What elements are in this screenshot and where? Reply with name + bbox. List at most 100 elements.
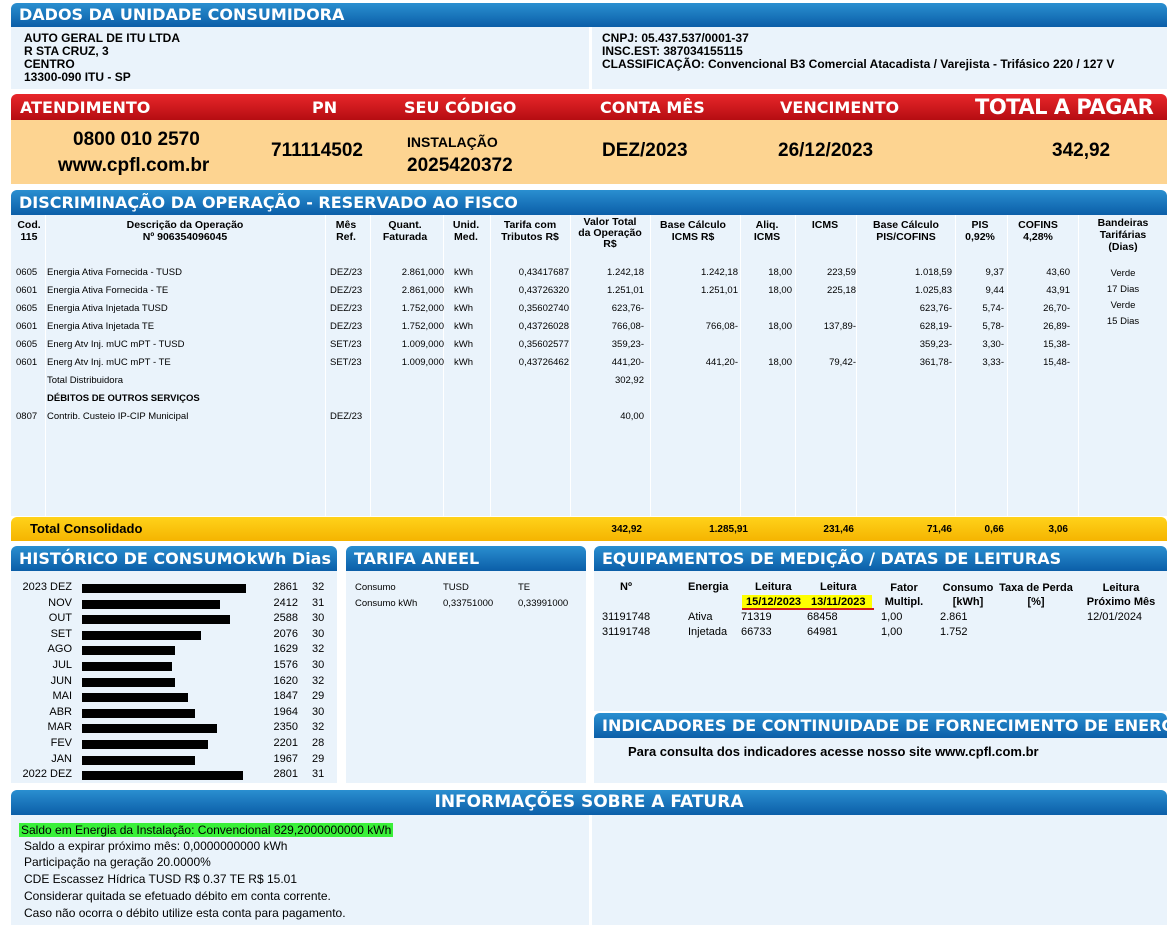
column-divider	[325, 215, 326, 516]
hist-mes: JUN	[50, 674, 72, 687]
hist-bar	[82, 630, 201, 640]
hist-bar	[82, 740, 209, 749]
row-base-pis-cofins: 628,19-	[919, 321, 952, 332]
h-seu-codigo: SEU CÓDIGO	[404, 98, 517, 117]
eq-h-taxa: Taxa de Perda [%]	[999, 582, 1073, 608]
site-link[interactable]: www.cpfl.com.br	[58, 155, 209, 177]
row-tarifa: 0,43726320	[518, 285, 569, 296]
column-divider	[1007, 215, 1008, 516]
bandeira-3: Verde	[1110, 300, 1136, 311]
col-tarifa: Tarifa com Tributos R$	[501, 219, 559, 243]
column-divider	[490, 215, 491, 516]
row-cod: 0605	[16, 267, 38, 278]
indicadores-header: INDICADORES DE CONTINUIDADE DE FORNECIME…	[594, 713, 1175, 738]
saldo-destaque: Saldo em Energia da Instalação: Convenci…	[19, 823, 394, 837]
row-base-icms: 1.242,18	[701, 267, 738, 278]
col-icms: ICMS	[811, 219, 839, 231]
row-pis: 3,33-	[982, 357, 1004, 368]
hist-bar	[82, 677, 175, 687]
data-leitura-underline	[742, 608, 874, 610]
row-descricao: Energia Ativa Injetada TE	[47, 321, 155, 332]
discriminacao-header: DISCRIMINAÇÃO DA OPERAÇÃO - RESERVADO AO…	[11, 190, 1167, 215]
row-valor-total: 1.251,01	[607, 285, 644, 296]
row-pis: 5,74-	[982, 303, 1004, 314]
bandeira-1: Verde	[1110, 268, 1136, 279]
hist-kwh: 2801	[273, 768, 298, 781]
info-linha-4: Considerar quitada se efetuado débito em…	[24, 889, 331, 903]
hist-dias: 30	[312, 612, 325, 625]
hist-mes: OUT	[48, 612, 72, 625]
row-unidade: kWh	[454, 339, 473, 350]
hist-kwh: 2076	[273, 627, 298, 640]
row-unidade: kWh	[454, 357, 473, 368]
hist-dias: 28	[312, 737, 325, 749]
hist-dias: 31	[312, 596, 325, 609]
eq-h-n: Nº	[620, 581, 632, 593]
hist-bar	[82, 584, 246, 593]
historico-header: HISTÓRICO DE CONSUMO kWh Dias	[11, 546, 337, 571]
total-valor: 342,92	[611, 524, 642, 535]
row-valor-total: 766,08-	[611, 321, 644, 332]
row-base-pis-cofins: 623,76-	[919, 303, 952, 314]
hist-mes: AGO	[47, 643, 72, 656]
hist-dias: 32	[312, 581, 325, 593]
row-valor-total: 40,00	[620, 411, 644, 422]
row-icms: 225,18	[826, 285, 856, 296]
equipamentos-header: EQUIPAMENTOS DE MEDIÇÃO / DATAS DE LEITU…	[594, 546, 1167, 571]
eq-leitura-anterior: 64981	[807, 626, 838, 638]
row-mes-ref: SET/23	[330, 357, 362, 368]
eq-data-leitura1: 15/12/2023	[746, 596, 802, 608]
column-divider	[795, 215, 796, 516]
hist-kwh: 1576	[273, 659, 298, 671]
row-mes-ref: DEZ/23	[330, 321, 363, 332]
hist-kwh: 1847	[273, 690, 298, 703]
hist-mes: MAR	[47, 721, 72, 734]
hist-mes: 2022 DEZ	[22, 768, 72, 781]
eq-fator: 1,00	[881, 611, 903, 623]
tarifa-col-tusd: TUSD	[443, 582, 469, 593]
row-cofins: 15,48-	[1043, 357, 1070, 368]
eq-consumo: 2.861	[940, 611, 968, 623]
h-conta-mes: CONTA MÊS	[600, 98, 705, 117]
eq-h-proximo: Leitura Próximo Mês	[1086, 582, 1156, 608]
h-vencimento: VENCIMENTO	[780, 98, 900, 117]
informacoes-header: INFORMAÇÕES SOBRE A FATURA	[11, 790, 1167, 815]
row-base-pis-cofins: 359,23-	[919, 339, 952, 350]
info-linha-5: Caso não ocorra o débito utilize esta co…	[24, 906, 346, 920]
cliente-endereco: R STA CRUZ, 3	[24, 44, 109, 58]
classificacao: CLASSIFICAÇÃO: Convencional B3 Comercial…	[602, 57, 1115, 71]
row-mes-ref: SET/23	[330, 339, 362, 350]
row-cofins: 43,91	[1046, 285, 1070, 296]
eq-proxima-leitura: 12/01/2024	[1087, 611, 1143, 623]
hist-bar	[82, 599, 221, 609]
hist-mes: JAN	[51, 752, 72, 765]
hist-kwh: 1964	[273, 705, 298, 718]
row-descricao: DÉBITOS DE OUTROS SERVIÇOS	[47, 393, 200, 404]
cliente-bairro: CENTRO	[24, 57, 75, 71]
hist-bar	[82, 724, 217, 734]
row-aliq-icms: 18,00	[768, 321, 792, 332]
hist-dias: 30	[312, 659, 325, 671]
hist-bar	[82, 662, 173, 671]
tarifa-te-value: 0,33991000	[518, 598, 569, 609]
col-bandeiras: Bandeiras Tarifárias (Dias)	[1097, 217, 1149, 253]
hist-bar	[82, 771, 243, 781]
eq-h-consumo: Consumo [kWh]	[942, 582, 994, 608]
total-pis: 0,66	[984, 524, 1004, 535]
hist-kwh: 2861	[273, 581, 298, 593]
hist-dias: 32	[312, 721, 325, 734]
col-cofins: COFINS 4,28%	[1018, 219, 1058, 243]
hist-kwh: 2588	[273, 612, 298, 625]
row-descricao: Contrib. Custeio IP-CIP Municipal	[47, 411, 189, 422]
row-icms: 223,59	[826, 267, 856, 278]
row-icms: 79,42-	[829, 357, 856, 368]
total-base-pis: 71,46	[926, 524, 952, 535]
row-cod: 0601	[16, 357, 38, 368]
vencimento-value: 26/12/2023	[778, 140, 874, 161]
row-valor-total: 359,23-	[611, 339, 644, 350]
bandeira-2: 17 Dias	[1106, 284, 1140, 295]
hist-mes: FEV	[50, 737, 72, 749]
col-pis: PIS 0,92%	[965, 219, 995, 243]
hist-dias: 29	[312, 752, 325, 765]
cliente-nome: AUTO GERAL DE ITU LTDA	[24, 31, 180, 45]
